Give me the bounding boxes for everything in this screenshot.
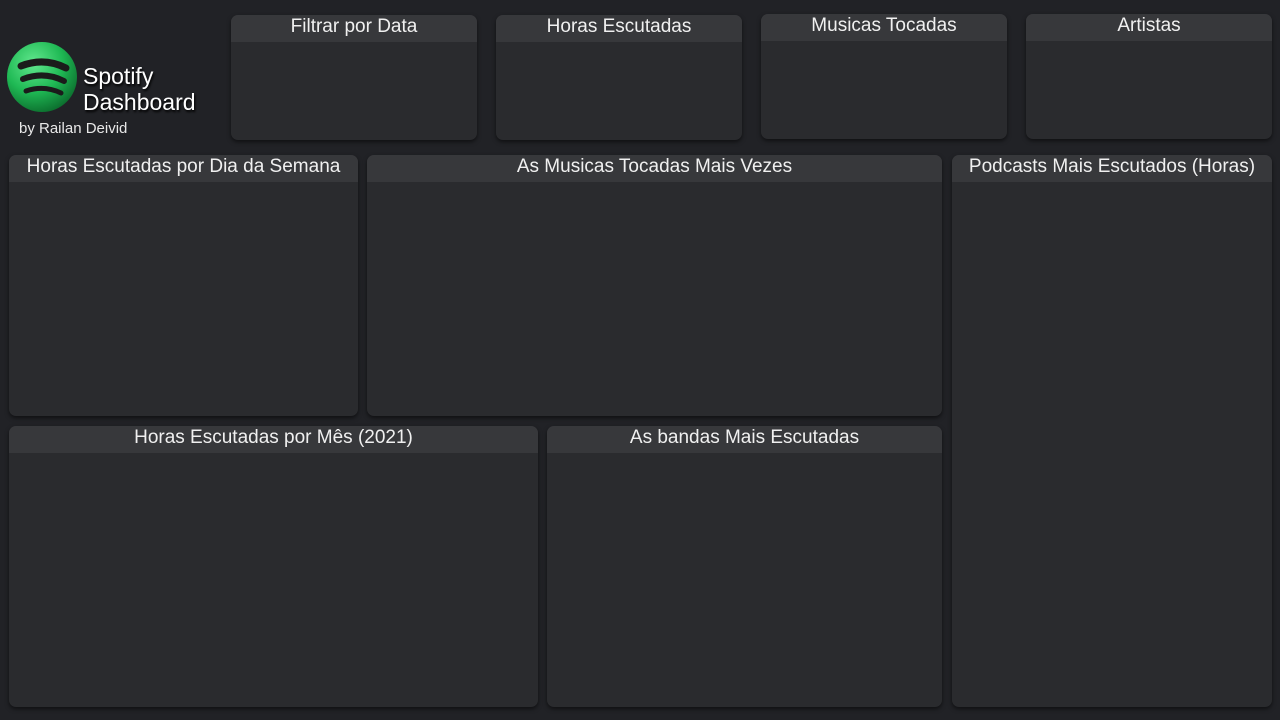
top-songs-title: As Musicas Tocadas Mais Vezes <box>367 155 942 182</box>
dashboard-title: Spotify Dashboard <box>83 63 196 115</box>
hours-listened-title: Horas Escutadas <box>496 15 742 42</box>
artists-body <box>1026 41 1272 139</box>
top-podcasts-title: Podcasts Mais Escutados (Horas) <box>952 155 1272 182</box>
weekday-hours-title: Horas Escutadas por Dia da Semana <box>9 155 358 182</box>
weekday-hours-plot-area <box>9 182 358 416</box>
top-podcasts-chart: Podcasts Mais Escutados (Horas) <box>952 155 1272 707</box>
top-bands-title: As bandas Mais Escutadas <box>547 426 942 453</box>
filter-date-title: Filtrar por Data <box>231 15 477 42</box>
songs-played-body <box>761 41 1007 139</box>
monthly-hours-title: Horas Escutadas por Mês (2021) <box>9 426 538 453</box>
hours-listened-card: Horas Escutadas <box>496 15 742 140</box>
top-bands-plot-area <box>547 453 942 707</box>
title-line-2: Dashboard <box>83 89 196 115</box>
top-podcasts-plot-area <box>952 182 1272 707</box>
monthly-hours-plot-area <box>9 453 538 707</box>
top-songs-plot-area <box>367 182 942 416</box>
artists-title: Artistas <box>1026 14 1272 41</box>
artists-card: Artistas <box>1026 14 1272 139</box>
spotify-logo-icon <box>6 41 78 113</box>
author-byline: by Railan Deivid <box>19 120 128 137</box>
top-bands-chart: As bandas Mais Escutadas <box>547 426 942 707</box>
weekday-hours-chart: Horas Escutadas por Dia da Semana <box>9 155 358 416</box>
songs-played-card: Musicas Tocadas <box>761 14 1007 139</box>
songs-played-title: Musicas Tocadas <box>761 14 1007 41</box>
title-line-1: Spotify <box>83 63 154 89</box>
top-songs-chart: As Musicas Tocadas Mais Vezes <box>367 155 942 416</box>
monthly-hours-chart: Horas Escutadas por Mês (2021) <box>9 426 538 707</box>
hours-listened-body <box>496 42 742 140</box>
filter-date-body[interactable] <box>231 42 477 140</box>
filter-date-card[interactable]: Filtrar por Data <box>231 15 477 140</box>
